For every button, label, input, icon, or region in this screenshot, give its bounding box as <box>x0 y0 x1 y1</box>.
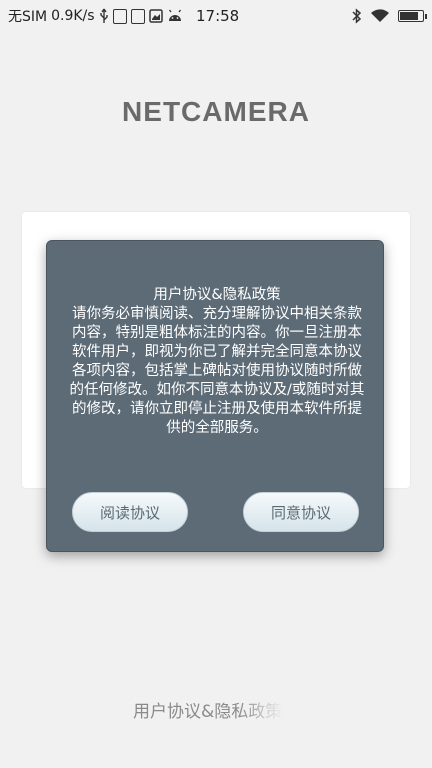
status-bar: 无SIM 0.9K/s 17:58 <box>0 0 432 32</box>
notification-icon <box>112 8 127 24</box>
network-speed: 0.9K/s <box>51 8 95 24</box>
image-icon <box>148 9 163 23</box>
dialog-body: 请你务必审慎阅读、充分理解协议中相关条款内容，特别是粗体标注的内容。你一旦注册本… <box>69 306 365 436</box>
dialog-title: 用户协议&隐私政策 <box>153 287 281 303</box>
battery-level <box>400 12 418 20</box>
status-left: 无SIM 0.9K/s <box>8 0 183 32</box>
battery-icon <box>398 10 427 22</box>
carrier-text: 无SIM <box>8 9 48 25</box>
agreement-link[interactable]: 用户协议&隐私政策 <box>133 697 283 722</box>
status-time: 17:58 <box>196 7 240 25</box>
app-notification-icon <box>130 8 145 24</box>
agree-agreement-button[interactable]: 同意协议 <box>243 492 359 532</box>
app-title: NETCAMERA <box>122 96 310 127</box>
bluetooth-icon <box>352 8 362 24</box>
wifi-icon <box>370 9 390 23</box>
usb-icon <box>99 8 109 24</box>
read-agreement-button[interactable]: 阅读协议 <box>72 492 188 532</box>
status-right <box>352 0 427 32</box>
android-icon <box>167 9 183 23</box>
dialog-content: 用户协议&隐私政策 请你务必审慎阅读、充分理解协议中相关条款内容，特别是粗体标注… <box>69 286 365 438</box>
screen: 无SIM 0.9K/s 17:58 NETCAMERA 用户协议&隐私政策 用户… <box>0 0 432 768</box>
agreement-dialog: 用户协议&隐私政策 请你务必审慎阅读、充分理解协议中相关条款内容，特别是粗体标注… <box>46 240 384 552</box>
